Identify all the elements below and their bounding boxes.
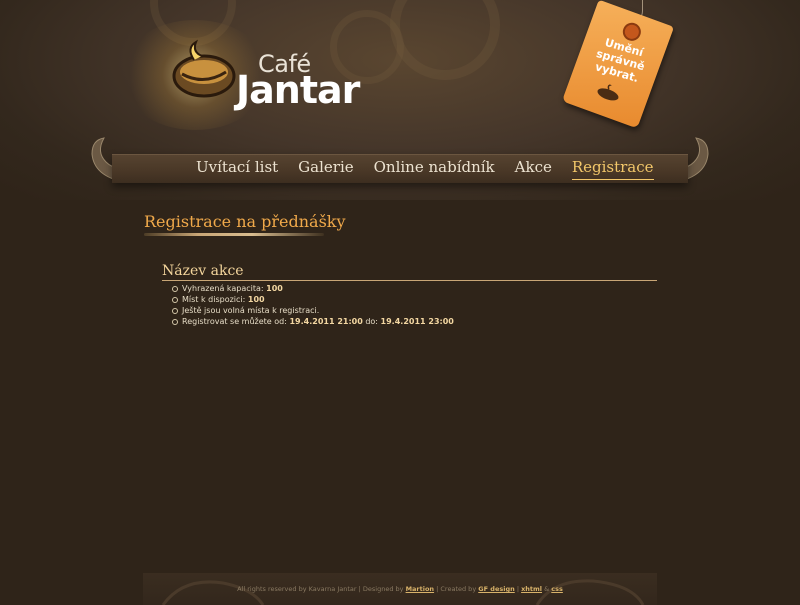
- coffee-bean-cup-icon: [172, 39, 236, 98]
- site-logo[interactable]: Café Jantar: [172, 38, 372, 112]
- page-title: Registrace na přednášky: [144, 212, 346, 231]
- list-item: Registrovat se můžete od: 19.4.2011 21:0…: [172, 316, 454, 327]
- nav-item-uvitaci-list[interactable]: Uvítací list: [196, 156, 278, 180]
- logo-jantar-text: Jantar: [236, 68, 360, 112]
- free-places-value: 100: [247, 295, 265, 304]
- footer-creator-link[interactable]: GF design: [478, 585, 514, 593]
- registration-status: Ještě jsou volná místa k registraci.: [182, 306, 320, 315]
- page-footer: All rights reserved by Kavarna Jantar | …: [143, 573, 657, 605]
- free-places-label: Míst k dispozici:: [182, 295, 246, 304]
- title-underline-decoration: [144, 233, 324, 236]
- list-item: Vyhrazená kapacita: 100: [172, 283, 454, 294]
- footer-credits: All rights reserved by Kavarna Jantar | …: [143, 585, 657, 593]
- footer-css-link[interactable]: css: [551, 585, 563, 593]
- tag-slogan: Umění správně vybrat.: [581, 32, 659, 89]
- footer-designer-link[interactable]: Martion: [406, 585, 435, 593]
- nav-item-registrace[interactable]: Registrace: [571, 156, 654, 180]
- footer-rights: All rights reserved by Kavarna Jantar | …: [237, 585, 404, 593]
- register-to-value: 19.4.2011 23:00: [380, 317, 454, 326]
- footer-separator: |: [516, 585, 520, 593]
- footer-xhtml-link[interactable]: xhtml: [521, 585, 542, 593]
- event-divider: [162, 280, 657, 281]
- capacity-value: 100: [266, 284, 283, 293]
- main-navigation: Uvítací list Galerie Online nabídník Akc…: [196, 156, 674, 180]
- footer-ampersand: &: [544, 585, 550, 593]
- event-title: Název akce: [162, 263, 244, 279]
- nav-item-galerie[interactable]: Galerie: [298, 156, 353, 180]
- nav-item-akce[interactable]: Akce: [515, 156, 552, 180]
- nav-item-online-nabidnik[interactable]: Online nabídník: [374, 156, 495, 180]
- event-details-list: Vyhrazená kapacita: 100 Míst k dispozici…: [172, 283, 454, 327]
- register-to-label: do:: [365, 317, 378, 326]
- list-item: Ještě jsou volná místa k registraci.: [172, 305, 454, 316]
- list-item: Míst k dispozici: 100: [172, 294, 454, 305]
- register-from-label: Registrovat se můžete od:: [182, 317, 287, 326]
- coffee-cup-icon: [597, 84, 619, 101]
- register-from-value: 19.4.2011 21:00: [289, 317, 363, 326]
- capacity-label: Vyhrazená kapacita:: [182, 284, 264, 293]
- footer-created-by: | Created by: [436, 585, 477, 593]
